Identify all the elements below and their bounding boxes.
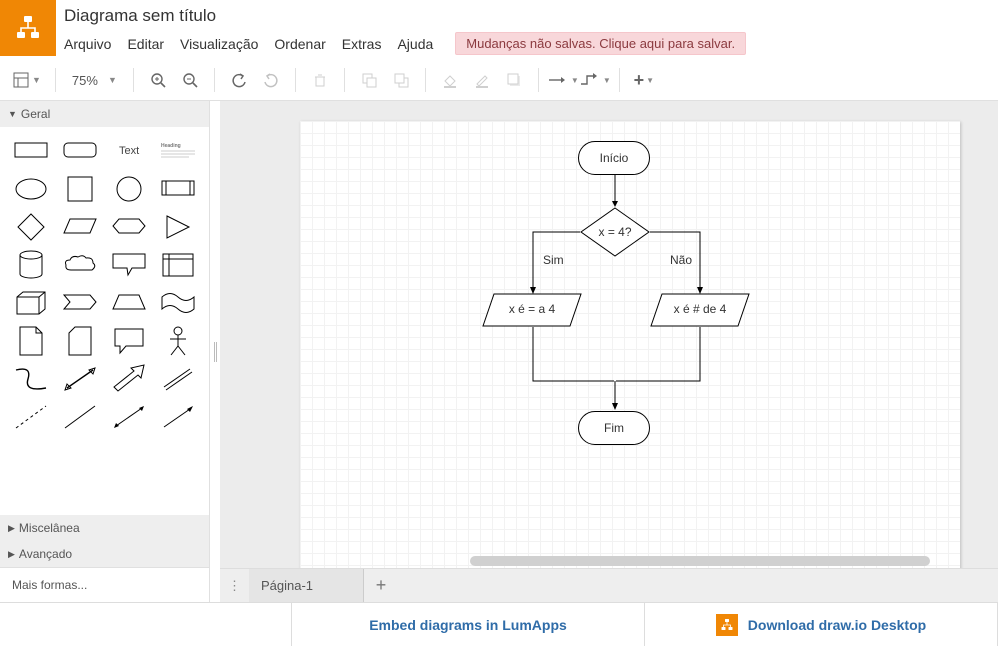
pages-menu-icon[interactable]: ⋮ xyxy=(220,578,249,594)
shape-cloud[interactable] xyxy=(57,249,102,281)
edge-label-no[interactable]: Não xyxy=(670,253,692,267)
menu-extras[interactable]: Extras xyxy=(342,36,382,52)
line-color-button[interactable] xyxy=(468,66,496,94)
collapse-icon: ▶ xyxy=(8,523,15,534)
footer-download-link[interactable]: Download draw.io Desktop xyxy=(645,603,998,646)
shape-line[interactable] xyxy=(57,401,102,433)
shape-card[interactable] xyxy=(57,325,102,357)
insert-button[interactable]: +▼ xyxy=(630,66,658,94)
shape-trapezoid[interactable] xyxy=(107,287,152,319)
more-shapes-button[interactable]: Mais formas... xyxy=(0,567,209,602)
shape-curve[interactable] xyxy=(8,363,53,395)
zoom-dropdown[interactable]: 75% ▼ xyxy=(66,73,123,88)
shape-internal-storage[interactable] xyxy=(156,249,201,281)
shape-bidir-connector[interactable] xyxy=(107,401,152,433)
flowchart-start[interactable]: Início xyxy=(578,141,650,175)
shape-circle[interactable] xyxy=(107,173,152,205)
shape-link[interactable] xyxy=(156,363,201,395)
menu-arrange[interactable]: Ordenar xyxy=(274,36,325,52)
canvas[interactable]: Início x = 4? xyxy=(220,101,998,568)
edge-label-yes[interactable]: Sim xyxy=(543,253,564,267)
shape-textbox[interactable]: Heading xyxy=(156,135,201,167)
shape-rounded-rectangle[interactable] xyxy=(57,135,102,167)
document-title[interactable]: Diagrama sem título xyxy=(64,6,990,26)
to-front-button[interactable] xyxy=(355,66,383,94)
shape-process[interactable] xyxy=(156,173,201,205)
horizontal-scrollbar[interactable] xyxy=(470,556,930,566)
app-logo[interactable] xyxy=(0,0,56,56)
to-back-button[interactable] xyxy=(387,66,415,94)
flowchart-process-right[interactable]: x é # de 4 xyxy=(650,293,750,327)
shape-cylinder[interactable] xyxy=(8,249,53,281)
shape-text[interactable]: Text xyxy=(107,135,152,167)
menu-help[interactable]: Ajuda xyxy=(397,36,433,52)
shape-arrow-connector[interactable] xyxy=(156,401,201,433)
shape-rectangle[interactable] xyxy=(8,135,53,167)
shape-triangle[interactable] xyxy=(156,211,201,243)
redo-button[interactable] xyxy=(257,66,285,94)
zoom-in-button[interactable] xyxy=(144,66,172,94)
page-tab-1[interactable]: Página-1 xyxy=(249,569,364,602)
shape-cube[interactable] xyxy=(8,287,53,319)
shape-tape[interactable] xyxy=(156,287,201,319)
shape-diamond[interactable] xyxy=(8,211,53,243)
shape-step[interactable] xyxy=(57,287,102,319)
shape-callout[interactable] xyxy=(107,249,152,281)
toolbar: ▼ 75% ▼ ▼ ▼ +▼ xyxy=(0,60,998,101)
zoom-out-button[interactable] xyxy=(176,66,204,94)
flowchart-end[interactable]: Fim xyxy=(578,411,650,445)
shape-hexagon[interactable] xyxy=(107,211,152,243)
shape-bidirectional-arrow[interactable] xyxy=(57,363,102,395)
connection-style-button[interactable]: ▼ xyxy=(549,66,577,94)
undo-button[interactable] xyxy=(225,66,253,94)
shape-dashed-line[interactable] xyxy=(8,401,53,433)
shape-callout2[interactable] xyxy=(107,325,152,357)
svg-text:Heading: Heading xyxy=(161,143,181,149)
waypoint-style-button[interactable]: ▼ xyxy=(581,66,609,94)
menu-view[interactable]: Visualização xyxy=(180,36,258,52)
caret-down-icon: ▼ xyxy=(108,75,117,85)
caret-down-icon: ▼ xyxy=(32,75,41,85)
section-misc[interactable]: ▶Miscelânea xyxy=(0,515,209,541)
delete-button[interactable] xyxy=(306,66,334,94)
flowchart-process-left[interactable]: x é = a 4 xyxy=(482,293,582,327)
menu-file[interactable]: Arquivo xyxy=(64,36,111,52)
menu-edit[interactable]: Editar xyxy=(127,36,164,52)
shape-ellipse[interactable] xyxy=(8,173,53,205)
footer-embed-link[interactable]: Embed diagrams in LumApps xyxy=(292,603,645,646)
unsaved-changes-button[interactable]: Mudanças não salvas. Clique aqui para sa… xyxy=(455,32,746,55)
shape-parallelogram[interactable] xyxy=(57,211,102,243)
collapse-icon: ▶ xyxy=(8,549,15,560)
expand-icon: ▼ xyxy=(8,109,17,119)
sidebar-splitter[interactable] xyxy=(210,101,220,602)
shape-square[interactable] xyxy=(57,173,102,205)
section-advanced[interactable]: ▶Avançado xyxy=(0,541,209,567)
fill-color-button[interactable] xyxy=(436,66,464,94)
drawio-logo-icon xyxy=(716,614,738,636)
add-page-button[interactable]: + xyxy=(364,569,398,603)
section-general[interactable]: ▼Geral xyxy=(0,101,209,127)
view-mode-dropdown[interactable]: ▼ xyxy=(8,71,45,89)
shape-block-arrow[interactable] xyxy=(107,363,152,395)
shadow-button[interactable] xyxy=(500,66,528,94)
shape-actor[interactable] xyxy=(156,325,201,357)
shape-note[interactable] xyxy=(8,325,53,357)
